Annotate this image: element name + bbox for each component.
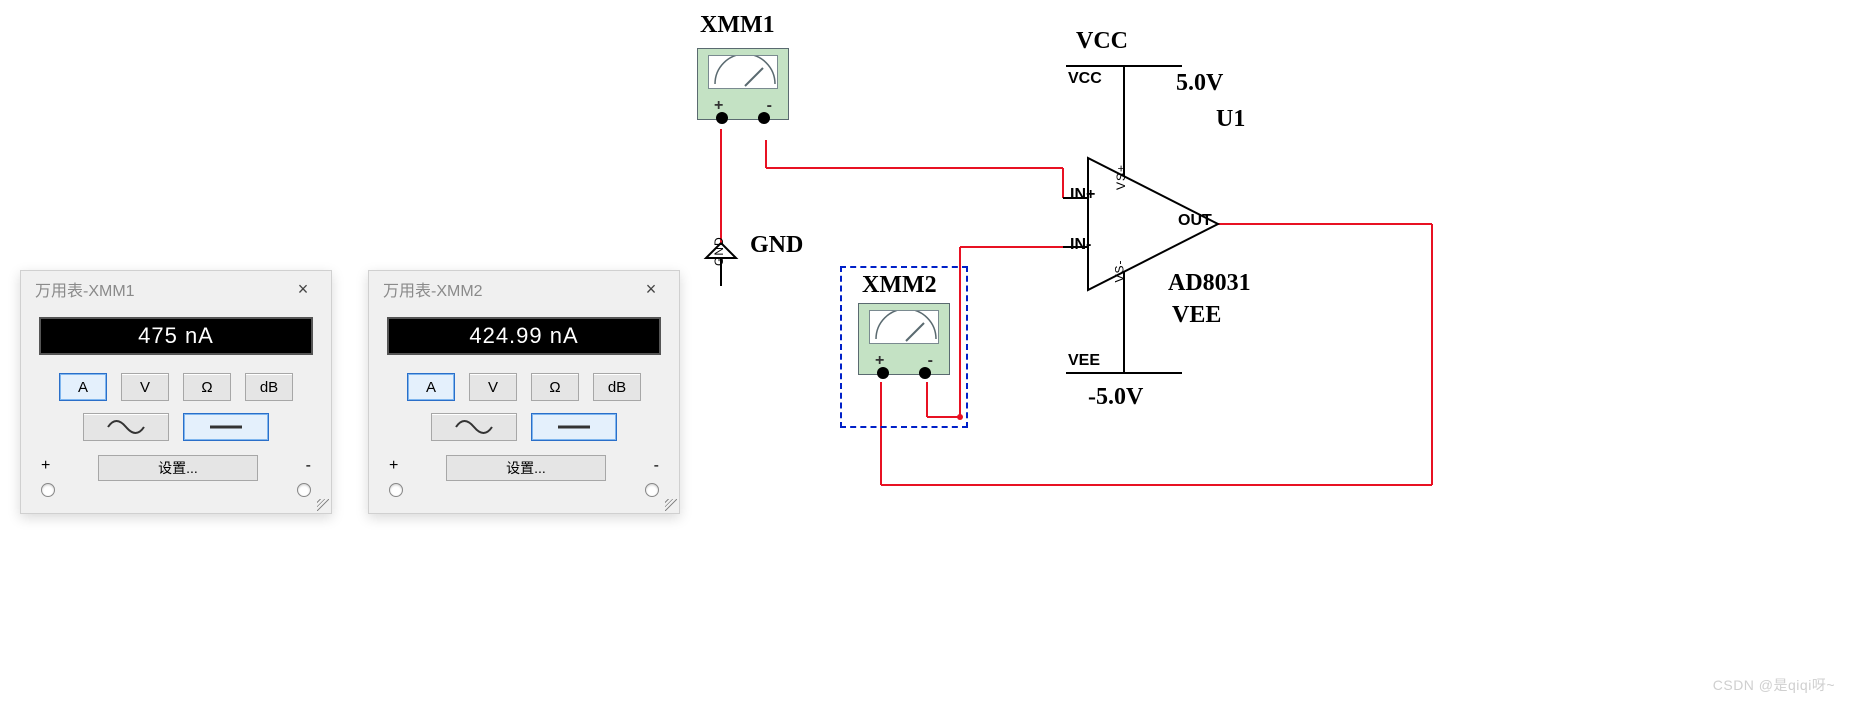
label-xmm2: XMM2 (862, 272, 937, 299)
terminal-plus-label: + (389, 457, 398, 475)
instrument-xmm2[interactable]: + - (858, 303, 950, 375)
multimeter-window-xmm1[interactable]: 万用表-XMM1 × 475 nA A V Ω dB + 设置... - (20, 270, 332, 514)
terminal-minus-label: - (654, 457, 659, 475)
label-gnd: GND (750, 232, 803, 259)
meter-display: 424.99 nA (387, 317, 661, 355)
settings-button[interactable]: 设置... (446, 455, 606, 481)
net-vcc: VCC (1068, 70, 1102, 88)
pin-in-minus: IN- (1070, 236, 1091, 254)
mode-volt-button[interactable]: V (469, 373, 517, 401)
label-u1: U1 (1216, 106, 1245, 133)
net-vee: VEE (1068, 352, 1100, 370)
terminal-plus-radio[interactable] (41, 483, 55, 497)
terminal-plus-label: + (41, 457, 50, 475)
multimeter-window-xmm2[interactable]: 万用表-XMM2 × 424.99 nA A V Ω dB + 设置... - (368, 270, 680, 514)
close-button[interactable]: × (289, 279, 317, 300)
instrument-xmm1[interactable]: + - (697, 48, 789, 120)
terminal-minus-label: - (306, 457, 311, 475)
window-title: 万用表-XMM1 (35, 277, 135, 301)
label-xmm1: XMM1 (700, 12, 775, 39)
label-vcc: VCC (1076, 28, 1128, 55)
mode-amp-button[interactable]: A (59, 373, 107, 401)
terminal-minus-radio[interactable] (297, 483, 311, 497)
mode-db-button[interactable]: dB (245, 373, 293, 401)
mode-amp-button[interactable]: A (407, 373, 455, 401)
meter-display: 475 nA (39, 317, 313, 355)
dc-line-icon (206, 419, 246, 435)
mode-db-button[interactable]: dB (593, 373, 641, 401)
pin-in-plus: IN+ (1070, 186, 1095, 204)
settings-button[interactable]: 设置... (98, 455, 258, 481)
label-vee: VEE (1172, 302, 1221, 329)
mode-volt-button[interactable]: V (121, 373, 169, 401)
close-button[interactable]: × (637, 279, 665, 300)
window-title: 万用表-XMM2 (383, 277, 483, 301)
sine-icon (454, 419, 494, 435)
signal-ac-button[interactable] (83, 413, 169, 441)
label-vee-val: -5.0V (1088, 384, 1143, 411)
label-part: AD8031 (1168, 270, 1251, 297)
signal-dc-button[interactable] (183, 413, 269, 441)
terminal-plus-radio[interactable] (389, 483, 403, 497)
net-gnd: GND (712, 236, 726, 266)
signal-ac-button[interactable] (431, 413, 517, 441)
terminal-minus-radio[interactable] (645, 483, 659, 497)
pin-vsp: VS+ (1114, 164, 1128, 190)
sine-icon (106, 419, 146, 435)
mode-ohm-button[interactable]: Ω (531, 373, 579, 401)
label-vcc-val: 5.0V (1176, 70, 1223, 97)
pin-out: OUT (1178, 212, 1212, 230)
signal-dc-button[interactable] (531, 413, 617, 441)
mode-ohm-button[interactable]: Ω (183, 373, 231, 401)
dc-line-icon (554, 419, 594, 435)
watermark: CSDN @是qiqi呀~ (1713, 675, 1835, 695)
pin-vsm: VS- (1113, 259, 1127, 282)
